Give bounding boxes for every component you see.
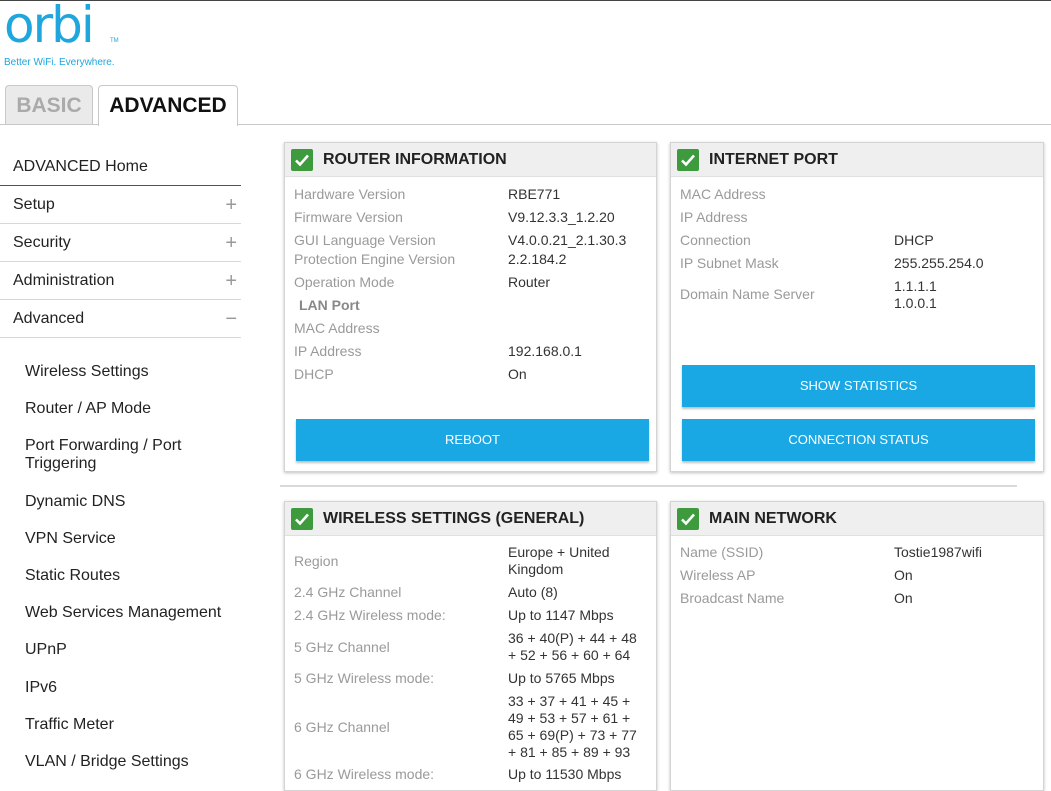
- channel-2-4ghz-value: Auto (8): [508, 584, 558, 600]
- dhcp-label: DHCP: [294, 366, 334, 382]
- ssid-label: Name (SSID): [680, 544, 764, 560]
- wireless-mode-5ghz-value: Up to 5765 Mbps: [508, 670, 615, 686]
- check-icon: [677, 508, 699, 530]
- lan-port-heading: LAN Port: [299, 297, 360, 313]
- logo-trademark: TM: [110, 38, 119, 44]
- dhcp-value: On: [508, 366, 527, 382]
- sidebar-item-advanced[interactable]: Advanced −: [0, 300, 241, 338]
- channel-2-4ghz-label: 2.4 GHz Channel: [294, 584, 402, 600]
- submenu-item-vpn-service[interactable]: VPN Service: [25, 530, 235, 548]
- wireless-settings-general-panel: WIRELESS SETTINGS (GENERAL) Region Europ…: [284, 501, 657, 791]
- sidebar-item-label: Setup: [13, 196, 55, 213]
- show-statistics-button[interactable]: SHOW STATISTICS: [682, 365, 1035, 407]
- check-icon: [291, 508, 313, 530]
- collapse-icon[interactable]: −: [225, 300, 237, 338]
- wireless-ap-value: On: [894, 567, 913, 583]
- sidebar-item-administration[interactable]: Administration +: [0, 262, 241, 300]
- submenu-item-port-forwarding[interactable]: Port Forwarding / Port Triggering: [25, 437, 235, 473]
- lan-ip-address-value: 192.168.0.1: [508, 343, 582, 359]
- broadcast-name-value: On: [894, 590, 913, 606]
- submenu-item-static-routes[interactable]: Static Routes: [25, 567, 235, 585]
- gui-language-version-value: V4.0.0.21_2.1.30.3: [508, 232, 627, 248]
- channel-6ghz-label: 6 GHz Channel: [294, 719, 390, 735]
- channel-6ghz-value: 33 + 37 + 41 + 45 + 49 + 53 + 57 + 61 + …: [508, 693, 637, 760]
- panel-header: WIRELESS SETTINGS (GENERAL): [285, 502, 656, 536]
- tab-underline: [238, 124, 1051, 125]
- logo-tagline: Better WiFi. Everywhere.: [4, 57, 115, 68]
- ip-subnet-mask-label: IP Subnet Mask: [680, 255, 779, 271]
- panel-header: ROUTER INFORMATION: [285, 143, 656, 177]
- firmware-version-value: V9.12.3.3_1.2.20: [508, 209, 615, 225]
- panel-title: INTERNET PORT: [709, 151, 838, 168]
- gui-language-version-label: GUI Language Version: [294, 232, 436, 248]
- submenu-item-router-ap-mode[interactable]: Router / AP Mode: [25, 400, 235, 418]
- panel-header: INTERNET PORT: [671, 143, 1043, 177]
- operation-mode-label: Operation Mode: [294, 274, 395, 290]
- firmware-version-label: Firmware Version: [294, 209, 403, 225]
- orbi-logo[interactable]: orbi TM Better WiFi. Everywhere.: [4, 0, 119, 68]
- domain-name-server-value: 1.1.1.1 1.0.0.1: [894, 278, 937, 311]
- sidebar-item-label: ADVANCED Home: [13, 158, 148, 175]
- submenu-item-traffic-meter[interactable]: Traffic Meter: [25, 716, 235, 734]
- submenu-item-web-services-management[interactable]: Web Services Management: [25, 604, 235, 622]
- wireless-mode-5ghz-label: 5 GHz Wireless mode:: [294, 670, 435, 686]
- expand-icon[interactable]: +: [225, 186, 237, 224]
- hardware-version-label: Hardware Version: [294, 186, 406, 202]
- panel-header: MAIN NETWORK: [671, 502, 1043, 536]
- internet-port-panel: INTERNET PORT MAC Address IP Address Con…: [670, 142, 1044, 472]
- protection-engine-version-label: Protection Engine Version: [294, 251, 456, 267]
- expand-icon[interactable]: +: [225, 262, 237, 300]
- tab-underline: [0, 124, 98, 125]
- check-icon: [677, 149, 699, 171]
- operation-mode-value: Router: [508, 274, 551, 290]
- router-information-panel: ROUTER INFORMATION Hardware Version RBE7…: [284, 142, 657, 472]
- submenu-item-vlan-bridge-settings[interactable]: VLAN / Bridge Settings: [25, 753, 235, 771]
- channel-5ghz-value: 36 + 40(P) + 44 + 48 + 52 + 56 + 60 + 64: [508, 630, 637, 663]
- sidebar-item-setup[interactable]: Setup +: [0, 186, 241, 224]
- wireless-mode-2-4ghz-label: 2.4 GHz Wireless mode:: [294, 607, 446, 623]
- lan-mac-address-label: MAC Address: [294, 320, 380, 336]
- submenu-item-wireless-settings[interactable]: Wireless Settings: [25, 363, 235, 381]
- protection-engine-version-value: 2.2.184.2: [508, 251, 567, 267]
- panel-title: WIRELESS SETTINGS (GENERAL): [323, 510, 585, 527]
- submenu-item-ipv6[interactable]: IPv6: [25, 679, 235, 697]
- check-icon: [291, 149, 313, 171]
- wireless-mode-2-4ghz-value: Up to 1147 Mbps: [508, 607, 614, 623]
- main-network-panel: MAIN NETWORK Name (SSID) Tostie1987wifi …: [670, 501, 1044, 791]
- internet-ip-address-label: IP Address: [680, 209, 748, 225]
- connection-status-button[interactable]: CONNECTION STATUS: [682, 419, 1035, 461]
- panel-title: MAIN NETWORK: [709, 510, 837, 527]
- sidebar-nav: ADVANCED Home Setup + Security + Adminis…: [0, 148, 241, 338]
- section-divider: [280, 485, 1017, 487]
- wireless-mode-6ghz-value: Up to 11530 Mbps: [508, 766, 622, 782]
- connection-value: DHCP: [894, 232, 934, 248]
- reboot-button[interactable]: REBOOT: [296, 419, 649, 461]
- tab-basic[interactable]: BASIC: [5, 85, 93, 125]
- top-border: [0, 0, 1051, 1]
- sidebar-item-label: Administration: [13, 272, 115, 289]
- sidebar-item-advanced-home[interactable]: ADVANCED Home: [0, 148, 241, 186]
- wireless-mode-6ghz-label: 6 GHz Wireless mode:: [294, 766, 435, 782]
- channel-5ghz-label: 5 GHz Channel: [294, 639, 390, 655]
- tab-advanced[interactable]: ADVANCED: [98, 85, 238, 126]
- wireless-ap-label: Wireless AP: [680, 567, 756, 583]
- hardware-version-value: RBE771: [508, 186, 561, 202]
- sidebar-item-label: Advanced: [13, 310, 85, 327]
- expand-icon[interactable]: +: [225, 224, 237, 262]
- sidebar-item-label: Security: [13, 234, 71, 251]
- ssid-value: Tostie1987wifi: [894, 544, 982, 560]
- sidebar-item-security[interactable]: Security +: [0, 224, 241, 262]
- broadcast-name-label: Broadcast Name: [680, 590, 785, 606]
- region-value: Europe + United Kingdom: [508, 544, 610, 577]
- ip-subnet-mask-value: 255.255.254.0: [894, 255, 984, 271]
- region-label: Region: [294, 553, 339, 569]
- domain-name-server-label: Domain Name Server: [680, 286, 815, 302]
- lan-ip-address-label: IP Address: [294, 343, 362, 359]
- panel-title: ROUTER INFORMATION: [323, 151, 507, 168]
- submenu-item-dynamic-dns[interactable]: Dynamic DNS: [25, 493, 235, 511]
- logo-wordmark: orbi: [4, 0, 95, 54]
- internet-mac-address-label: MAC Address: [680, 186, 766, 202]
- connection-label: Connection: [680, 232, 751, 248]
- submenu-item-upnp[interactable]: UPnP: [25, 641, 235, 659]
